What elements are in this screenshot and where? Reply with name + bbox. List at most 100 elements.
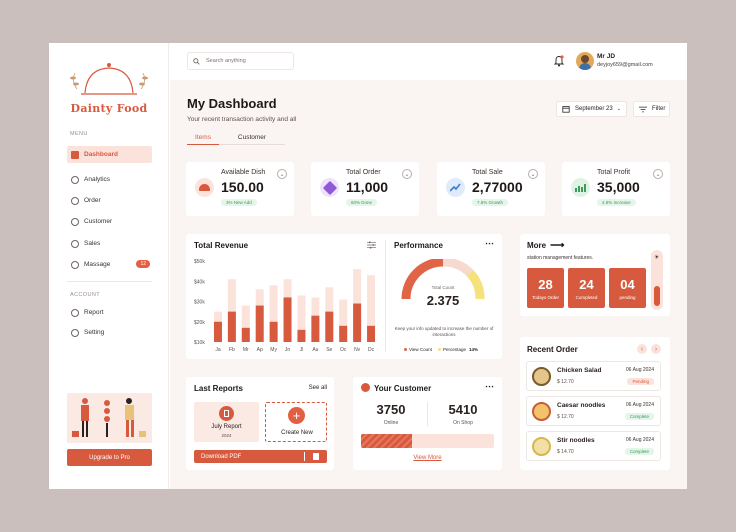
- sidebar-item-dashboard[interactable]: Dashboard: [67, 146, 152, 163]
- todays-order-box[interactable]: 28 Todays Order: [527, 268, 564, 308]
- box-label: Todays Order: [531, 294, 559, 300]
- stat-card-available-dish[interactable]: Available Dish 150.00 3% New Add ⌄: [186, 162, 294, 216]
- stat-title: Total Profit: [597, 169, 631, 176]
- sidebar-item-report[interactable]: Report: [67, 304, 152, 321]
- legend-label: View Count: [409, 347, 432, 352]
- report-year: 2024: [221, 433, 232, 438]
- sidebar-item-setting[interactable]: Setting: [67, 324, 152, 341]
- sidebar-item-massage[interactable]: Massage 12: [67, 256, 152, 273]
- more-subtitle: station management features.: [527, 255, 594, 261]
- filter-button[interactable]: Filter: [633, 101, 670, 117]
- x-tick-label: Oc: [340, 347, 347, 353]
- see-all-link[interactable]: See all: [309, 385, 327, 391]
- box-label: Completed: [575, 294, 598, 300]
- chevron-down-icon[interactable]: ⌄: [402, 169, 412, 179]
- sidebar-item-analytics[interactable]: Analytics: [67, 171, 152, 188]
- july-report-tile[interactable]: July Report 2024: [194, 402, 259, 442]
- file-icon: [313, 453, 319, 460]
- more-card: More ⟶ station management features. 28 T…: [520, 234, 670, 316]
- revenue-bar[interactable]: [339, 325, 348, 342]
- completed-box[interactable]: 24 Completed: [568, 268, 605, 308]
- revenue-bar-chart: $50k $40k $30k $20k $10k Ja Fb Mr Ap My Jn Jl Au Se Oc…: [194, 259, 376, 353]
- shop-label: On Shop: [453, 420, 473, 426]
- stat-title: Available Dish: [221, 169, 266, 176]
- order-date: 06 Aug 2024: [625, 402, 654, 408]
- order-row[interactable]: Chicken Salad $ 12.70 06 Aug 2024 Pendin…: [526, 361, 661, 391]
- revenue-bar[interactable]: [283, 297, 292, 342]
- stat-card-total-profit[interactable]: Total Profit 35,000 4.8% Increase ⌄: [562, 162, 670, 216]
- top-bar: Mr JD deyjoy659@gmail.com: [170, 43, 687, 80]
- stat-card-total-sale[interactable]: Total Sale 2,77000 7.8% Growth ⌄: [437, 162, 545, 216]
- tab-customer[interactable]: Customer: [219, 134, 285, 145]
- scroll-track[interactable]: ☀: [651, 250, 663, 310]
- upgrade-button[interactable]: Upgrade to Pro: [67, 449, 152, 466]
- order-row[interactable]: Caesar noodles $ 12.70 06 Aug 2024 Compl…: [526, 396, 661, 426]
- revenue-bar[interactable]: [297, 329, 306, 342]
- sidebar-item-label: Order: [84, 197, 101, 204]
- revenue-bar[interactable]: [227, 311, 236, 342]
- analytics-icon: [71, 175, 79, 184]
- revenue-bar[interactable]: [241, 327, 250, 342]
- calendar-icon: [562, 106, 570, 113]
- pending-box[interactable]: 04 pending: [609, 268, 646, 308]
- scroll-thumb[interactable]: [654, 286, 660, 306]
- chef-illustration: [67, 393, 152, 443]
- revenue-bar[interactable]: [367, 325, 376, 342]
- app-window: Dainty Food MENU Dashboard Analytics Ord…: [49, 43, 687, 489]
- chevron-down-icon[interactable]: ⌄: [653, 169, 663, 179]
- more-options-icon[interactable]: ⋯: [485, 381, 494, 392]
- brand-logo[interactable]: Dainty Food: [63, 59, 155, 119]
- date-value: September 23: [575, 106, 613, 112]
- revenue-bar[interactable]: [213, 321, 222, 342]
- order-row[interactable]: Stir noodles $ 14.70 06 Aug 2024 Complet…: [526, 431, 661, 461]
- tab-label: Customer: [237, 134, 267, 141]
- revenue-bar[interactable]: [325, 311, 334, 342]
- download-pdf-button[interactable]: Download PDF: [194, 450, 327, 463]
- cloche-logo-icon: [70, 63, 148, 95]
- gauge-label: Total Count: [431, 285, 455, 290]
- revenue-bar[interactable]: [269, 321, 278, 342]
- date-picker[interactable]: September 23 ⌄: [556, 101, 627, 117]
- food-thumbnail: [532, 367, 551, 386]
- online-value: 3750: [376, 402, 406, 417]
- x-tick-label: Nv: [354, 347, 361, 353]
- search-box[interactable]: [187, 52, 294, 70]
- upgrade-label: Upgrade to Pro: [89, 454, 130, 461]
- bell-icon[interactable]: [554, 55, 564, 67]
- more-title-row[interactable]: More ⟶: [527, 240, 564, 251]
- status-badge: Pending: [627, 378, 654, 385]
- revenue-bar[interactable]: [311, 315, 320, 342]
- stat-card-total-order[interactable]: Total Order 11,000 60% Done ⌄: [311, 162, 419, 216]
- create-new-report-button[interactable]: + Create New: [265, 402, 327, 442]
- x-tick-label: My: [270, 347, 277, 353]
- revenue-bar[interactable]: [255, 305, 264, 342]
- food-thumbnail: [532, 402, 551, 421]
- search-input[interactable]: [206, 58, 286, 64]
- y-tick-label: $20k: [194, 320, 205, 326]
- sidebar-item-customer[interactable]: Customer: [67, 213, 152, 230]
- prev-arrow-icon[interactable]: ‹: [637, 344, 647, 354]
- avatar[interactable]: [576, 52, 594, 70]
- report-name: July Report: [211, 424, 242, 430]
- sidebar-item-sales[interactable]: Sales: [67, 235, 152, 252]
- box-label: pending: [619, 294, 636, 300]
- revenue-performance-card: Total Revenue $50k $40k $30k $20k $10k Ja Fb Mr…: [186, 234, 502, 359]
- tab-items[interactable]: Items: [187, 134, 219, 145]
- view-more-link[interactable]: View More: [353, 455, 502, 461]
- sidebar: Dainty Food MENU Dashboard Analytics Ord…: [49, 43, 169, 489]
- legend-value: 14%: [468, 347, 478, 352]
- performance-title: Performance: [394, 241, 443, 250]
- customer-progress-bar: [361, 434, 494, 448]
- chevron-down-icon[interactable]: ⌄: [528, 169, 538, 179]
- chevron-down-icon[interactable]: ⌄: [277, 169, 287, 179]
- x-tick-label: Ap: [257, 347, 263, 353]
- next-arrow-icon[interactable]: ›: [651, 344, 661, 354]
- brand-name: Dainty Food: [70, 102, 148, 115]
- sidebar-item-label: Analytics: [84, 176, 111, 183]
- box-icon: [320, 178, 339, 197]
- sidebar-item-order[interactable]: Order: [67, 192, 152, 209]
- message-count-badge: 12: [136, 260, 150, 268]
- revenue-bar[interactable]: [353, 303, 362, 342]
- legend-dot: [404, 348, 407, 351]
- more-options-icon[interactable]: ⋯: [485, 238, 494, 249]
